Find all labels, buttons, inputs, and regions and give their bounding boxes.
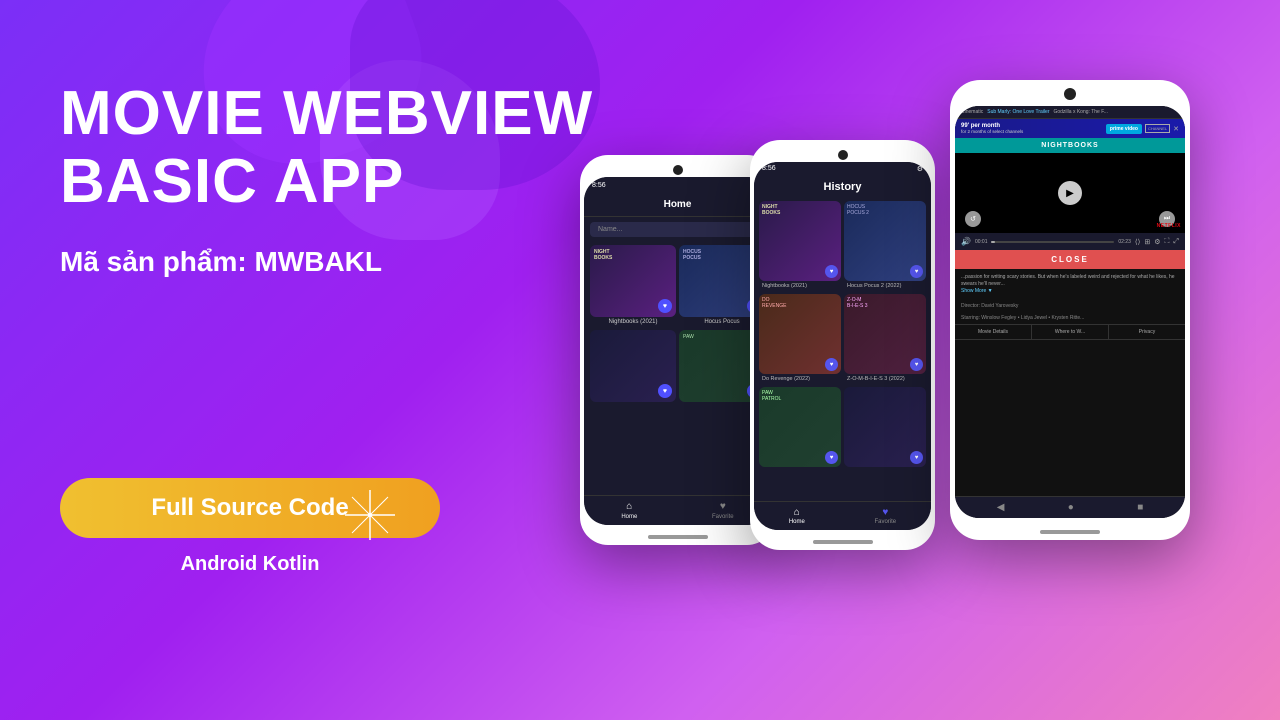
tab-godzilla[interactable]: Godzilla x Kong: The F... xyxy=(1053,109,1107,115)
phone3-video-player[interactable]: ↺ ▶ ⏭ NETFLIX xyxy=(955,153,1185,233)
ad-close-icon[interactable]: ✕ xyxy=(1173,125,1179,133)
phone2-home-bar xyxy=(813,540,873,544)
heart-icon: ♥ xyxy=(720,501,726,512)
phone2-header: History xyxy=(754,176,931,198)
phone1-camera xyxy=(673,165,683,175)
close-button[interactable]: CLOSE xyxy=(955,250,1185,269)
history-fav-4[interactable]: ♥ xyxy=(825,358,838,371)
movie-title-nightbooks: Nightbooks (2021) xyxy=(590,317,676,327)
phone-home: 8:56 ⚙ Home Name... NIGHTBOOKS ♥ Nightbo… xyxy=(580,155,775,545)
share-icon[interactable]: ⟨⟩ xyxy=(1135,238,1140,246)
ph2-home-icon: ⌂ xyxy=(794,507,800,518)
history-fav-7[interactable]: ♥ xyxy=(825,451,838,464)
ph2-nav-favorite[interactable]: ♥ Favorite xyxy=(874,507,896,525)
phone2-screen: 8:56 ⚙ History NIGHTBOOKS ♥ Nightbooks (… xyxy=(754,162,931,530)
phone1-header: Home xyxy=(584,193,771,217)
phone3-ad-banner: 99' per month for 2 months of select cha… xyxy=(955,119,1185,138)
movie-card-3[interactable]: ♥ xyxy=(590,330,676,406)
phone-player: Cinematic Sub Marly: One Love Trailer Go… xyxy=(950,80,1190,540)
phone1-screen: 8:56 ⚙ Home Name... NIGHTBOOKS ♥ Nightbo… xyxy=(584,177,771,525)
tab-where-watch[interactable]: Where to W... xyxy=(1032,325,1109,339)
history-fav-5[interactable]: ♥ xyxy=(910,358,923,371)
history-card-dorevenge[interactable]: DOREVENGE ♥ Do Revenge (2022) xyxy=(759,294,841,384)
tab-movie-details[interactable]: Movie Details xyxy=(955,325,1032,339)
movie-card-nightbooks[interactable]: NIGHTBOOKS ♥ Nightbooks (2021) xyxy=(590,245,676,327)
phone1-bottom-nav: ⌂ Home ♥ Favorite xyxy=(584,495,771,525)
phone-history: 8:56 ⚙ History NIGHTBOOKS ♥ Nightbooks (… xyxy=(750,140,935,550)
history-label-hocus: Hocus Pocus 2 (2022) xyxy=(844,281,926,291)
nav-home[interactable]: ⌂ Home xyxy=(621,501,637,520)
fullscreen-icon[interactable]: ⛶ xyxy=(1164,238,1169,246)
home-icon: ⌂ xyxy=(626,501,632,512)
phone2-status-bar: 8:56 ⚙ xyxy=(754,162,931,176)
history-label-dorevenge: Do Revenge (2022) xyxy=(759,374,841,384)
phone3-controls: 🔊 00:01 02:23 ⟨⟩ ⊞ ⚙ ⛶ ⤢ xyxy=(955,233,1185,250)
tab-privacy[interactable]: Privacy xyxy=(1109,325,1185,339)
history-card-8[interactable]: ♥ xyxy=(844,387,926,471)
phone2-camera xyxy=(838,150,848,160)
history-card-paw[interactable]: PAWPATROL ♥ xyxy=(759,387,841,471)
channel-label: CHANNEL xyxy=(1145,124,1170,133)
phone3-video-title: NIGHTBOOKS xyxy=(955,138,1185,153)
left-content: MOVIE WEBVIEW BASIC APP Mã sản phẩm: MWB… xyxy=(60,80,620,576)
tab-cinematic[interactable]: Cinematic xyxy=(961,109,983,115)
ph3-home-icon[interactable]: ● xyxy=(1068,502,1074,513)
phones-container: 8:56 ⚙ Home Name... NIGHTBOOKS ♥ Nightbo… xyxy=(550,0,1280,720)
history-card-nightbooks[interactable]: NIGHTBOOKS ♥ Nightbooks (2021) xyxy=(759,201,841,291)
platform-label: Android Kotlin xyxy=(60,553,440,576)
expand-icon[interactable]: ⤢ xyxy=(1173,238,1179,246)
grid-icon[interactable]: ⊞ xyxy=(1144,238,1150,246)
main-title: MOVIE WEBVIEW BASIC APP xyxy=(60,80,620,216)
phone3-screen: Cinematic Sub Marly: One Love Trailer Go… xyxy=(955,106,1185,518)
play-button[interactable]: ▶ xyxy=(1058,181,1082,205)
volume-icon[interactable]: 🔊 xyxy=(961,237,971,246)
nav-favorite[interactable]: ♥ Favorite xyxy=(712,501,734,520)
ph3-recent-icon[interactable]: ■ xyxy=(1137,502,1143,513)
ph3-back-icon[interactable]: ◀ xyxy=(997,502,1005,513)
settings-icon-2: ⚙ xyxy=(917,165,923,173)
history-label-zombies: Z-O-M-B-I-E-S 3 (2022) xyxy=(844,374,926,384)
phone3-camera xyxy=(1064,88,1076,100)
phone3-description: ...passion for writing scary stories. Bu… xyxy=(955,269,1185,300)
ad-subtext: for 2 months of select channels xyxy=(961,129,1023,134)
tab-sub[interactable]: Sub Marly: One Love Trailer xyxy=(987,109,1049,115)
progress-bar[interactable] xyxy=(991,241,1114,243)
progress-fill xyxy=(991,241,995,243)
ph2-heart-icon: ♥ xyxy=(882,507,888,518)
phone3-bottom-tabs: Movie Details Where to W... Privacy xyxy=(955,324,1185,340)
history-label-8 xyxy=(844,467,926,471)
phone2-movie-grid: NIGHTBOOKS ♥ Nightbooks (2021) HOCUSPOCU… xyxy=(754,198,931,474)
history-card-zombies[interactable]: Z-O-MB-I-E-S 3 ♥ Z-O-M-B-I-E-S 3 (2022) xyxy=(844,294,926,384)
fav-icon-1[interactable]: ♥ xyxy=(658,299,672,313)
rewind-icon[interactable]: ↺ xyxy=(965,211,981,227)
settings-ctrl-icon[interactable]: ⚙ xyxy=(1154,238,1160,246)
phone1-status-bar: 8:56 ⚙ xyxy=(584,177,771,193)
netflix-logo: NETFLIX xyxy=(1157,223,1181,229)
history-fav-2[interactable]: ♥ xyxy=(910,265,923,278)
history-fav-1[interactable]: ♥ xyxy=(825,265,838,278)
phone1-search[interactable]: Name... xyxy=(590,222,765,237)
fav-icon-3[interactable]: ♥ xyxy=(658,384,672,398)
phone3-home-bar xyxy=(1040,530,1100,534)
prime-logo: prime video xyxy=(1106,124,1142,134)
phone1-movie-grid: NIGHTBOOKS ♥ Nightbooks (2021) HOCUSPOCU… xyxy=(584,242,771,409)
movie-title-3 xyxy=(590,402,676,406)
ph2-nav-home[interactable]: ⌂ Home xyxy=(789,507,805,525)
phone2-bottom-nav: ⌂ Home ♥ Favorite xyxy=(754,501,931,530)
phone3-content: Cinematic Sub Marly: One Love Trailer Go… xyxy=(955,106,1185,518)
phone1-home-bar xyxy=(648,535,708,539)
phone3-director: Director: David Yarovesky xyxy=(955,300,1185,312)
phone3-tabs: Cinematic Sub Marly: One Love Trailer Go… xyxy=(955,106,1185,119)
sparkle-icon xyxy=(345,490,395,540)
phone3-bottom-nav: ◀ ● ■ xyxy=(955,496,1185,518)
history-label-nightbooks: Nightbooks (2021) xyxy=(759,281,841,291)
history-label-paw xyxy=(759,467,841,471)
history-fav-8[interactable]: ♥ xyxy=(910,451,923,464)
history-card-hocus[interactable]: HOCUSPOCUS 2 ♥ Hocus Pocus 2 (2022) xyxy=(844,201,926,291)
phone3-starring: Starring: Winslow Fegley • Lidya Jewel •… xyxy=(955,312,1185,324)
product-subtitle: Mã sản phẩm: MWBAKL xyxy=(60,246,620,278)
